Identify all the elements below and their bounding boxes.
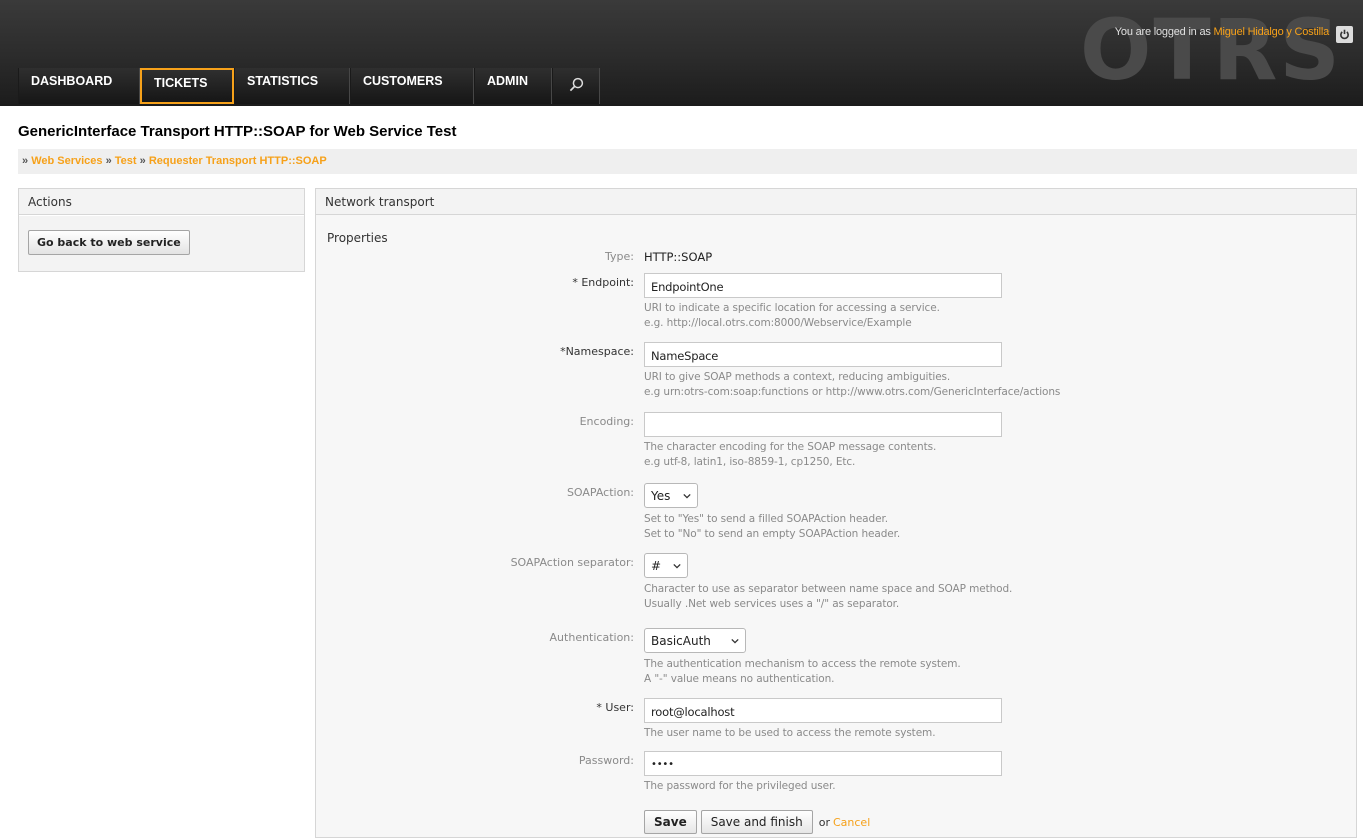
- encoding-hint-2: e.g utf-8, latin1, iso-8859-1, cp1250, E…: [644, 456, 856, 468]
- login-prefix: You are logged in as: [1114, 26, 1211, 38]
- password-input[interactable]: ••••: [644, 751, 1002, 776]
- authentication-select[interactable]: BasicAuth: [644, 628, 746, 653]
- network-transport-title: Network transport: [316, 189, 1356, 215]
- search-icon: [569, 77, 583, 92]
- chevron-down-icon: [731, 638, 739, 644]
- authentication-hint-2: A "-" value means no authentication.: [644, 673, 835, 685]
- page-title: GenericInterface Transport HTTP::SOAP fo…: [18, 123, 457, 140]
- endpoint-hint-2: e.g. http://local.otrs.com:8000/Webservi…: [644, 317, 912, 329]
- user-label: * User:: [596, 701, 634, 714]
- user-hint: The user name to be used to access the r…: [644, 727, 936, 739]
- nav-dashboard[interactable]: DASHBOARD: [18, 68, 140, 104]
- breadcrumb-test[interactable]: Test: [115, 155, 137, 167]
- logout-button[interactable]: [1336, 26, 1353, 43]
- nav-statistics[interactable]: STATISTICS: [234, 68, 350, 104]
- login-info: You are logged in as Miguel Hidalgo y Co…: [1115, 26, 1329, 38]
- separator-hint-1: Character to use as separator between na…: [644, 583, 1013, 595]
- nav-tickets[interactable]: TICKETS: [140, 68, 234, 104]
- soapaction-hint-2: Set to "No" to send an empty SOAPAction …: [644, 528, 901, 540]
- soapaction-select[interactable]: Yes: [644, 483, 698, 508]
- encoding-hint-1: The character encoding for the SOAP mess…: [644, 441, 937, 453]
- separator-hint-2: Usually .Net web services uses a "/" as …: [644, 598, 900, 610]
- type-label: Type:: [605, 250, 634, 263]
- soapaction-hint-1: Set to "Yes" to send a filled SOAPAction…: [644, 513, 888, 525]
- authentication-label: Authentication:: [549, 631, 634, 644]
- chevron-down-icon: [673, 563, 681, 569]
- or-text: or: [818, 815, 830, 829]
- endpoint-hint-1: URI to indicate a specific location for …: [644, 302, 940, 314]
- user-input[interactable]: root@localhost: [644, 698, 1002, 723]
- endpoint-label: * Endpoint:: [572, 276, 634, 289]
- separator-select[interactable]: #: [644, 553, 688, 578]
- cancel-link[interactable]: Cancel: [833, 816, 870, 829]
- top-header: OTRS You are logged in as Miguel Hidalgo…: [0, 0, 1363, 106]
- breadcrumb: » Web Services » Test » Requester Transp…: [18, 149, 1357, 174]
- breadcrumb-web-services[interactable]: Web Services: [31, 155, 102, 167]
- main-nav: DASHBOARD TICKETS STATISTICS CUSTOMERS A…: [18, 68, 600, 104]
- namespace-input[interactable]: NameSpace: [644, 342, 1002, 367]
- encoding-input[interactable]: [644, 412, 1002, 437]
- user-name-link[interactable]: Miguel Hidalgo y Costilla: [1214, 26, 1330, 38]
- namespace-hint-1: URI to give SOAP methods a context, redu…: [644, 371, 951, 383]
- actions-panel: Actions Go back to web service: [18, 188, 305, 272]
- password-hint: The password for the privileged user.: [644, 780, 836, 792]
- otrs-logo: OTRS: [1080, 1, 1342, 99]
- actions-title: Actions: [19, 189, 304, 215]
- namespace-label: *Namespace:: [560, 345, 634, 358]
- separator-label: SOAPAction separator:: [510, 556, 634, 569]
- endpoint-input[interactable]: EndpointOne: [644, 273, 1002, 298]
- type-value: HTTP::SOAP: [644, 250, 713, 264]
- breadcrumb-requester-transport[interactable]: Requester Transport HTTP::SOAP: [149, 155, 327, 167]
- namespace-hint-2: e.g urn:otrs-com:soap:functions or http:…: [644, 386, 1061, 398]
- network-transport-panel: Network transport Properties Type: HTTP:…: [315, 188, 1357, 838]
- power-icon: [1340, 29, 1349, 40]
- authentication-hint-1: The authentication mechanism to access t…: [644, 658, 961, 670]
- password-label: Password:: [578, 754, 634, 767]
- properties-title: Properties: [327, 231, 388, 245]
- nav-customers[interactable]: CUSTOMERS: [350, 68, 474, 104]
- save-button[interactable]: Save: [644, 810, 697, 834]
- chevron-down-icon: [683, 493, 691, 499]
- soapaction-label: SOAPAction:: [566, 486, 634, 499]
- form-actions: Save Save and finish or Cancel: [644, 810, 870, 834]
- nav-admin[interactable]: ADMIN: [474, 68, 552, 104]
- go-back-button[interactable]: Go back to web service: [28, 230, 190, 255]
- nav-search[interactable]: [552, 68, 600, 104]
- save-and-finish-button[interactable]: Save and finish: [700, 810, 813, 834]
- encoding-label: Encoding:: [579, 415, 634, 428]
